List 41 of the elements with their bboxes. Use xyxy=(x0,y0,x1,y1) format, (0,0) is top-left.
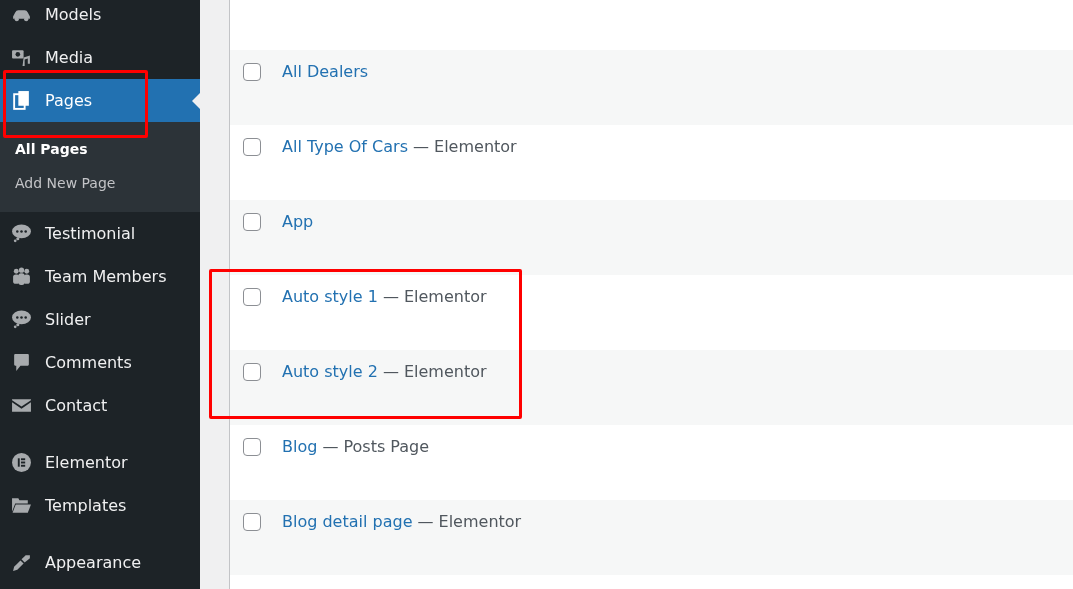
elementor-icon xyxy=(11,452,32,473)
row-checkbox[interactable] xyxy=(243,138,261,156)
speech-bubble-icon xyxy=(11,223,32,244)
sidebar-item[interactable]: Slider xyxy=(0,298,200,341)
sidebar-item[interactable]: Testimonial xyxy=(0,212,200,255)
sidebar-item[interactable]: Team Members xyxy=(0,255,200,298)
sidebar-item[interactable]: Contact xyxy=(0,384,200,427)
page-title-link[interactable]: Auto style 2 xyxy=(282,362,378,381)
row-checkbox[interactable] xyxy=(243,438,261,456)
sidebar-item[interactable]: Pages xyxy=(0,79,200,122)
post-state: — Elementor xyxy=(382,362,487,381)
people-icon xyxy=(11,266,32,287)
sidebar-item[interactable]: Models xyxy=(0,0,200,36)
post-state: — Elementor xyxy=(382,287,487,306)
row-checkbox[interactable] xyxy=(243,213,261,231)
page-title-link[interactable]: Auto style 1 xyxy=(282,287,378,306)
speech-bubble-icon xyxy=(11,309,32,330)
sidebar-item[interactable]: Appearance xyxy=(0,541,200,584)
page-title-link[interactable]: App xyxy=(282,212,314,231)
page-title-link[interactable]: Blog xyxy=(282,437,318,456)
camera-icon xyxy=(11,47,32,68)
sidebar-item[interactable]: Elementor xyxy=(0,441,200,484)
page-title-link[interactable]: Blog detail page xyxy=(282,512,413,531)
page-title-link[interactable]: All Type Of Cars xyxy=(282,137,408,156)
row-checkbox[interactable] xyxy=(243,288,261,306)
submenu-item[interactable]: Add New Page xyxy=(0,166,131,200)
folder-icon xyxy=(11,495,32,516)
sidebar-item[interactable]: Templates xyxy=(0,484,200,527)
row-checkbox[interactable] xyxy=(243,363,261,381)
row-checkbox[interactable] xyxy=(243,63,261,81)
brush-icon xyxy=(11,552,32,573)
sidebar-item[interactable]: Comments xyxy=(0,341,200,384)
row-checkbox[interactable] xyxy=(243,513,261,531)
post-state: — Elementor xyxy=(412,137,517,156)
submenu-item[interactable]: All Pages xyxy=(0,132,103,166)
page-title-link[interactable]: All Dealers xyxy=(282,62,369,81)
comment-icon xyxy=(11,352,32,373)
pages-icon xyxy=(11,90,32,111)
sidebar-item[interactable]: Media xyxy=(0,36,200,79)
post-state: — Elementor xyxy=(417,512,522,531)
post-state: — Posts Page xyxy=(322,437,430,456)
